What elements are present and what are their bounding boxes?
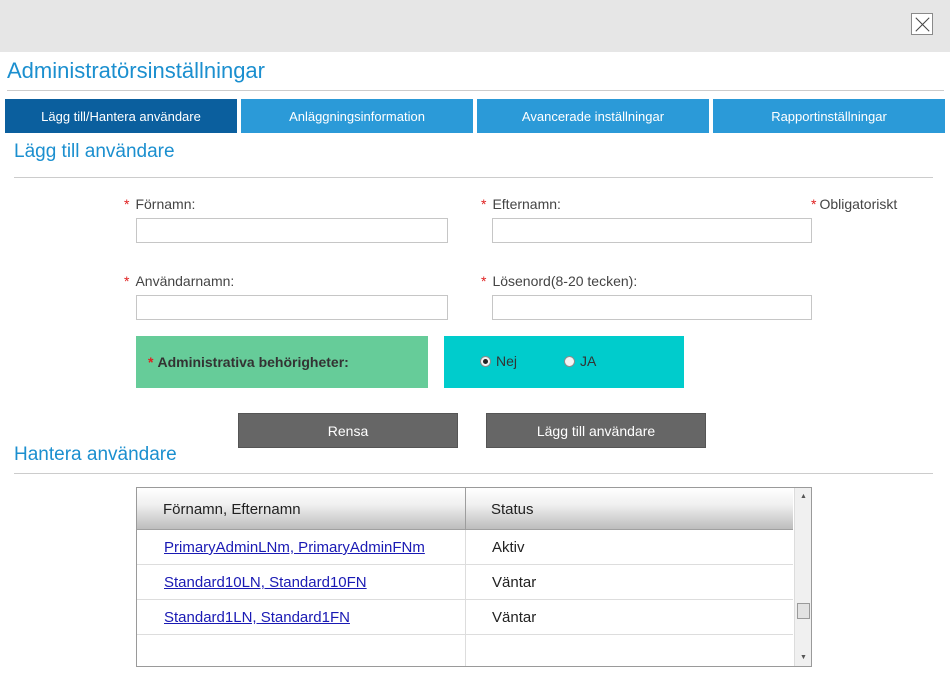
column-header-status[interactable]: Status bbox=[491, 488, 534, 530]
admin-rights-no-radio[interactable]: Nej bbox=[480, 353, 517, 369]
user-status: Väntar bbox=[492, 609, 537, 626]
column-divider bbox=[465, 488, 466, 530]
add-user-divider bbox=[14, 177, 933, 178]
first-name-label: * Förnamn: bbox=[124, 196, 196, 212]
admin-rights-yes-radio[interactable]: JA bbox=[564, 353, 596, 369]
add-user-button[interactable]: Lägg till användare bbox=[486, 413, 706, 448]
page-title: Administratörsinställningar bbox=[7, 58, 265, 83]
tab-facility-information[interactable]: Anläggningsinformation bbox=[241, 99, 473, 133]
close-icon[interactable] bbox=[911, 13, 933, 35]
tab-bar: Lägg till/Hantera användare Anläggningsi… bbox=[5, 99, 945, 133]
tab-advanced-settings[interactable]: Avancerade inställningar bbox=[477, 99, 709, 133]
admin-rights-options: Nej JA bbox=[444, 336, 684, 388]
required-marker: * bbox=[124, 273, 130, 289]
user-name-link[interactable]: Standard1LN, Standard1FN bbox=[164, 600, 350, 635]
title-divider bbox=[7, 90, 944, 91]
column-header-name[interactable]: Förnamn, Efternamn bbox=[163, 488, 301, 530]
user-status: Väntar bbox=[492, 574, 537, 591]
radio-unchecked-icon bbox=[564, 355, 575, 367]
dialog-header-bar bbox=[0, 0, 950, 52]
table-scrollbar[interactable]: ▲ ▼ bbox=[794, 488, 811, 666]
table-row: Standard10LN, Standard10FN Väntar bbox=[137, 565, 793, 600]
username-label: * Användarnamn: bbox=[124, 273, 235, 289]
first-name-input[interactable] bbox=[136, 218, 448, 243]
last-name-input[interactable] bbox=[492, 218, 812, 243]
required-marker: * bbox=[124, 196, 130, 212]
last-name-label: * Efternamn: bbox=[481, 196, 561, 212]
users-table: Förnamn, Efternamn Status PrimaryAdminLN… bbox=[136, 487, 812, 667]
admin-rights-label: * Administrativa behörigheter: bbox=[136, 336, 428, 388]
required-marker: * bbox=[481, 273, 487, 289]
scroll-down-icon[interactable]: ▼ bbox=[795, 649, 811, 666]
scroll-thumb[interactable] bbox=[797, 603, 810, 619]
user-name-link[interactable]: Standard10LN, Standard10FN bbox=[164, 565, 367, 600]
password-input[interactable] bbox=[492, 295, 812, 320]
manage-users-divider bbox=[14, 473, 933, 474]
table-row: PrimaryAdminLNm, PrimaryAdminFNm Aktiv bbox=[137, 530, 793, 565]
add-user-section-title: Lägg till användare bbox=[14, 141, 175, 162]
tab-add-manage-users[interactable]: Lägg till/Hantera användare bbox=[5, 99, 237, 133]
manage-users-section-title: Hantera användare bbox=[14, 444, 177, 465]
table-row: Standard1LN, Standard1FN Väntar bbox=[137, 600, 793, 635]
required-marker: * bbox=[481, 196, 487, 212]
required-marker: * bbox=[148, 354, 154, 370]
required-note: * Obligatoriskt bbox=[811, 196, 898, 212]
tab-report-settings[interactable]: Rapportinställningar bbox=[713, 99, 945, 133]
user-status: Aktiv bbox=[492, 539, 525, 556]
required-marker: * bbox=[811, 196, 817, 212]
scroll-up-icon[interactable]: ▲ bbox=[795, 488, 811, 505]
table-header: Förnamn, Efternamn Status bbox=[137, 488, 793, 530]
password-label: * Lösenord(8-20 tecken): bbox=[481, 273, 638, 289]
username-input[interactable] bbox=[136, 295, 448, 320]
radio-checked-icon bbox=[480, 355, 491, 367]
clear-button[interactable]: Rensa bbox=[238, 413, 458, 448]
user-name-link[interactable]: PrimaryAdminLNm, PrimaryAdminFNm bbox=[164, 530, 425, 565]
